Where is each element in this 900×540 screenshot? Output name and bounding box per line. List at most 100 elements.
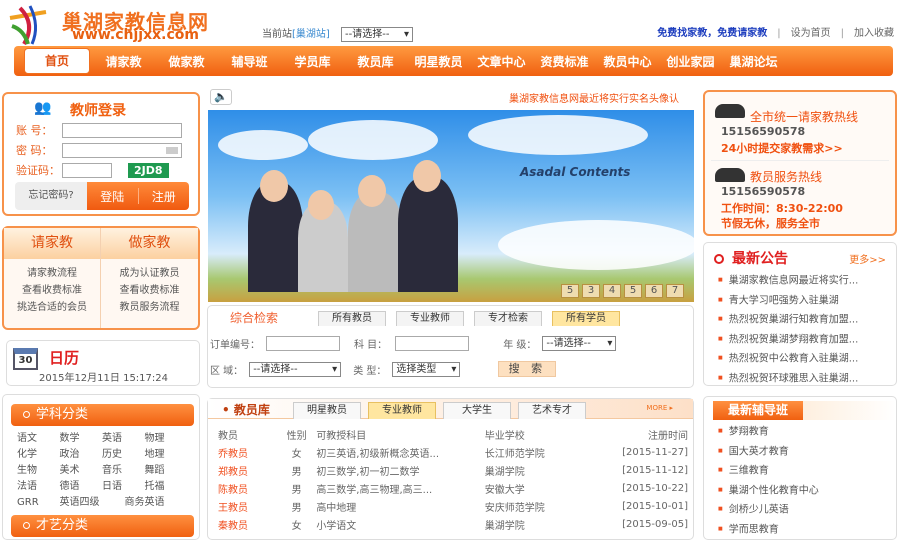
captcha-image[interactable]: 2JD8 xyxy=(128,162,169,178)
subject-item[interactable]: 历史 xyxy=(102,447,145,462)
password-input[interactable] xyxy=(62,142,182,158)
announcement-item[interactable]: 巢湖家教信息网最近将实行... xyxy=(718,271,859,291)
subject-item[interactable]: 美术 xyxy=(60,463,103,478)
choose-member-link[interactable]: 挑选合适的会员 xyxy=(4,299,100,316)
tab-pro-teachers[interactable]: 专业教师 xyxy=(396,311,464,326)
station-name[interactable]: [巢湖站] xyxy=(292,29,330,40)
nav-hire-tutor[interactable]: 请家教 xyxy=(92,53,155,70)
type-select[interactable]: 选择类型 ▾ xyxy=(392,361,461,377)
slide-page[interactable]: 6 xyxy=(645,284,663,298)
class-item[interactable]: 国大英才教育 xyxy=(718,442,819,462)
class-item[interactable]: 三维教育 xyxy=(718,461,819,481)
tab-pro-teachers[interactable]: 专业教师 xyxy=(368,402,436,419)
subject-item[interactable]: 数学 xyxy=(60,431,103,446)
banner-slideshow[interactable]: Asadal Contents 534567 xyxy=(208,110,694,302)
service-process-link[interactable]: 教员服务流程 xyxy=(101,299,198,316)
hire-tutor-title[interactable]: 请家教 xyxy=(4,228,100,259)
nav-fees[interactable]: 资费标准 xyxy=(533,53,596,70)
class-item[interactable]: 剑桥少儿英语 xyxy=(718,500,819,520)
station-select[interactable]: --请选择-- ▾ xyxy=(341,27,413,42)
subject-item[interactable]: 音乐 xyxy=(102,463,145,478)
subject-item[interactable]: 日语 xyxy=(102,479,145,494)
class-item[interactable]: 巢湖个性化教育中心 xyxy=(718,481,819,501)
captcha-input[interactable] xyxy=(62,162,112,178)
slogan-link[interactable]: 免费找家教，免费请家教 xyxy=(657,28,767,39)
tab-star-teachers[interactable]: 明星教员 xyxy=(293,402,361,419)
subject-item[interactable]: GRR xyxy=(17,495,60,510)
account-input[interactable] xyxy=(62,122,182,138)
fees-link-2[interactable]: 查看收费标准 xyxy=(101,282,198,299)
nav-students[interactable]: 学员库 xyxy=(281,53,344,70)
tab-art-talents[interactable]: 艺术专才 xyxy=(518,402,586,419)
nav-be-tutor[interactable]: 做家教 xyxy=(155,53,218,70)
table-cell[interactable]: 乔教员 xyxy=(218,443,277,461)
announcement-item[interactable]: 热烈祝贺巢湖行知教育加盟... xyxy=(718,310,859,330)
nav-articles[interactable]: 文章中心 xyxy=(470,53,533,70)
subject-item[interactable]: 德语 xyxy=(60,479,103,494)
slide-page[interactable]: 7 xyxy=(666,284,684,298)
nav-startup[interactable]: 创业家园 xyxy=(659,53,722,70)
keyboard-icon[interactable] xyxy=(166,146,178,154)
subject-item[interactable]: 政治 xyxy=(60,447,103,462)
slide-page[interactable]: 3 xyxy=(582,284,600,298)
nav-classes[interactable]: 辅导班 xyxy=(218,53,281,70)
more-link[interactable]: MORE ▸ xyxy=(646,404,673,412)
subject-item[interactable]: 法语 xyxy=(17,479,60,494)
nav-forum[interactable]: 巢湖论坛 xyxy=(722,53,785,70)
subject-item[interactable]: 托福 xyxy=(145,479,188,494)
tab-talent-search[interactable]: 专才检索 xyxy=(474,311,542,326)
tab-all-students[interactable]: 所有学员 xyxy=(552,311,620,326)
tab-all-teachers[interactable]: 所有教员 xyxy=(318,311,386,326)
area-select[interactable]: --请选择-- ▾ xyxy=(249,361,342,377)
subject-item[interactable]: 英语四级 xyxy=(60,495,103,510)
subject-item[interactable]: 化学 xyxy=(17,447,60,462)
table-row[interactable]: 陈教员 男 高三数学,高三物理,高三... 安徽大学 [2015-10-22] xyxy=(218,479,688,497)
subject-input[interactable] xyxy=(395,336,470,351)
fees-link[interactable]: 查看收费标准 xyxy=(4,282,100,299)
nav-teacher-center[interactable]: 教员中心 xyxy=(596,53,659,70)
class-item[interactable]: 学而思教育 xyxy=(718,520,819,540)
tab-college-students[interactable]: 大学生 xyxy=(443,402,511,419)
slide-page[interactable]: 4 xyxy=(603,284,621,298)
certify-link[interactable]: 成为认证教员 xyxy=(101,265,198,282)
table-row[interactable]: 乔教员 女 初三英语,初级新概念英语... 长江师范学院 [2015-11-27] xyxy=(218,443,688,461)
table-cell[interactable]: 秦教员 xyxy=(218,515,277,533)
forgot-password-link[interactable]: 忘记密码? xyxy=(15,182,87,210)
submit-request-link[interactable]: 24小时提交家教需求>> xyxy=(721,140,843,156)
add-favorite-link[interactable]: 加入收藏 xyxy=(854,28,894,39)
logo-url[interactable]: www.chjjxx.com xyxy=(72,27,199,43)
table-row[interactable]: 王教员 男 高中地理 安庆师范学院 [2015-10-01] xyxy=(218,497,688,515)
notice-marquee[interactable]: 巢湖家教信息网最近将实行实名头像认 xyxy=(509,90,679,105)
register-button[interactable]: 注册 xyxy=(139,188,190,205)
subject-item[interactable]: 英语 xyxy=(102,431,145,446)
slide-page[interactable]: 5 xyxy=(561,284,579,298)
nav-home[interactable]: 首页 xyxy=(24,48,90,74)
announcement-item[interactable]: 热烈祝贺环球雅思入驻巢湖... xyxy=(718,369,859,389)
grade-select[interactable]: --请选择-- ▾ xyxy=(542,336,617,351)
table-cell[interactable]: 郑教员 xyxy=(218,461,277,479)
class-item[interactable]: 梦翔教育 xyxy=(718,422,819,442)
set-home-link[interactable]: 设为首页 xyxy=(791,28,831,39)
table-row[interactable]: 郑教员 男 初三数学,初一初二数学 巢湖学院 [2015-11-12] xyxy=(218,461,688,479)
hire-process-link[interactable]: 请家教流程 xyxy=(4,265,100,282)
nav-teachers[interactable]: 教员库 xyxy=(344,53,407,70)
slide-page[interactable]: 5 xyxy=(624,284,642,298)
subject-item[interactable]: 商务英语 xyxy=(102,495,187,510)
nav-star-teachers[interactable]: 明星教员 xyxy=(407,53,470,70)
table-row[interactable]: 秦教员 女 小学语文 巢湖学院 [2015-09-05] xyxy=(218,515,688,533)
announcement-item[interactable]: 热烈祝贺中公教育入驻巢湖... xyxy=(718,349,859,369)
table-cell[interactable]: 王教员 xyxy=(218,497,277,515)
table-cell[interactable]: 陈教员 xyxy=(218,479,277,497)
be-tutor-title[interactable]: 做家教 xyxy=(101,228,198,259)
subject-item[interactable]: 语文 xyxy=(17,431,60,446)
speaker-icon[interactable]: 🔈 xyxy=(210,89,232,105)
announcement-item[interactable]: 热烈祝贺巢湖梦翔教育加盟... xyxy=(718,330,859,350)
search-button[interactable]: 搜 索 xyxy=(498,361,557,377)
order-input[interactable] xyxy=(266,336,340,351)
announcement-item[interactable]: 青大学习吧强势入驻巢湖 xyxy=(718,291,858,311)
subject-item[interactable]: 生物 xyxy=(17,463,60,478)
subject-item[interactable]: 地理 xyxy=(145,447,188,462)
login-button[interactable]: 登陆 xyxy=(87,188,138,205)
announcement-more-link[interactable]: 更多>> xyxy=(849,251,886,266)
subject-item[interactable]: 舞蹈 xyxy=(145,463,188,478)
